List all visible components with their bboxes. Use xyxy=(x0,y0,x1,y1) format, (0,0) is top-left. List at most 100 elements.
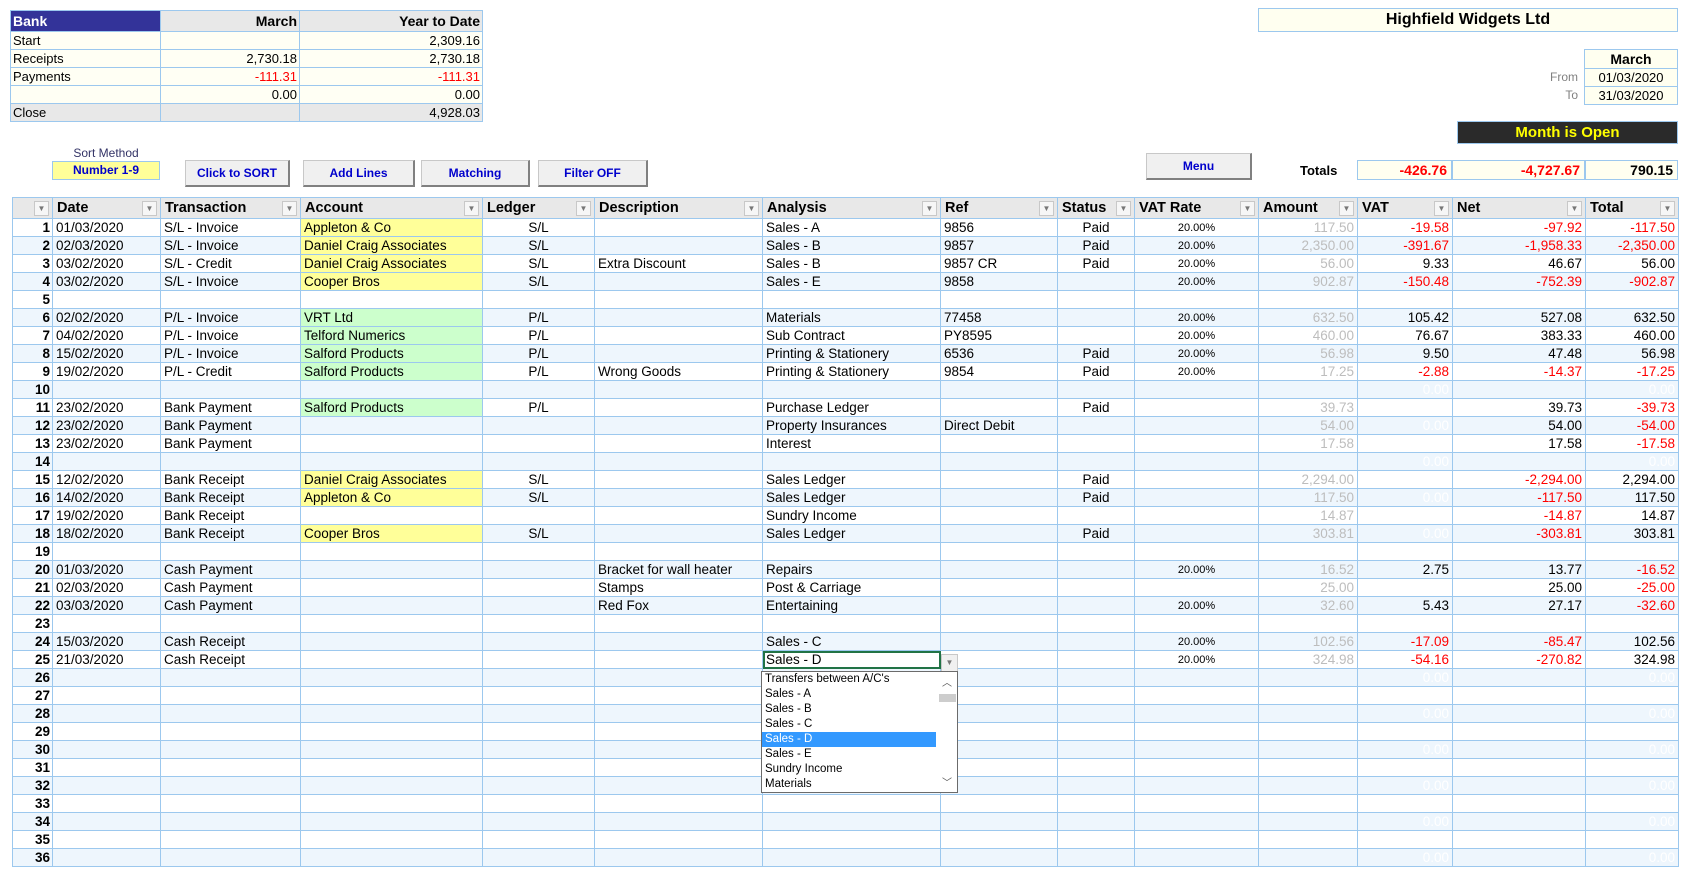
cell-transaction[interactable]: P/L - Invoice xyxy=(160,344,301,363)
cell-net[interactable] xyxy=(1452,542,1586,561)
cell-vat-rate[interactable] xyxy=(1134,704,1259,723)
cell-net[interactable] xyxy=(1452,668,1586,687)
cell-transaction[interactable]: P/L - Credit xyxy=(160,362,301,381)
bank-row-ytd[interactable]: 2,309.16 xyxy=(299,31,483,50)
cell-description[interactable] xyxy=(594,290,763,309)
cell-analysis[interactable]: Sales - D xyxy=(762,650,941,669)
cell-analysis[interactable]: Post & Carriage xyxy=(762,578,941,597)
cell-status[interactable] xyxy=(1057,596,1135,615)
filter-dropdown-icon[interactable]: ▼ xyxy=(34,201,49,216)
cell-date[interactable]: 02/03/2020 xyxy=(52,236,161,255)
cell-analysis[interactable]: Sub Contract xyxy=(762,326,941,345)
cell-description[interactable] xyxy=(594,524,763,543)
cell-status[interactable] xyxy=(1057,452,1135,471)
cell-vat[interactable]: 0.00 xyxy=(1357,812,1453,831)
cell-amount[interactable]: 117.50 xyxy=(1258,488,1358,507)
cell-transaction[interactable] xyxy=(160,614,301,633)
cell-ref[interactable] xyxy=(940,650,1058,669)
cell-description[interactable] xyxy=(594,308,763,327)
cell-date[interactable]: 04/02/2020 xyxy=(52,326,161,345)
cell-account[interactable]: Cooper Bros xyxy=(300,524,483,543)
cell-status[interactable]: Paid xyxy=(1057,470,1135,489)
cell-analysis[interactable] xyxy=(762,848,941,867)
cell-amount[interactable] xyxy=(1258,380,1358,399)
cell-ref[interactable] xyxy=(940,488,1058,507)
cell-ref[interactable] xyxy=(940,506,1058,525)
cell-description[interactable]: Bracket for wall heater xyxy=(594,560,763,579)
cell-ledger[interactable]: P/L xyxy=(482,398,595,417)
cell-ledger[interactable]: S/L xyxy=(482,272,595,291)
cell-account[interactable] xyxy=(300,650,483,669)
cell-vat[interactable]: 0.00 xyxy=(1357,488,1453,507)
cell-description[interactable] xyxy=(594,344,763,363)
cell-amount[interactable] xyxy=(1258,614,1358,633)
cell-date[interactable]: 19/02/2020 xyxy=(52,506,161,525)
cell-ledger[interactable] xyxy=(482,704,595,723)
cell-total[interactable]: -17.58 xyxy=(1585,434,1679,453)
cell-total[interactable] xyxy=(1585,758,1679,777)
cell-date[interactable]: 01/03/2020 xyxy=(52,560,161,579)
cell-description[interactable] xyxy=(594,668,763,687)
cell-status[interactable] xyxy=(1057,722,1135,741)
cell-account[interactable] xyxy=(300,686,483,705)
cell-total[interactable]: 56.00 xyxy=(1585,254,1679,273)
cell-ledger[interactable]: S/L xyxy=(482,218,595,237)
cell-amount[interactable]: 632.50 xyxy=(1258,308,1358,327)
cell-description[interactable]: Stamps xyxy=(594,578,763,597)
cell-status[interactable]: Paid xyxy=(1057,236,1135,255)
column-header-ledger[interactable]: Ledger ▼ xyxy=(482,197,595,219)
cell-date[interactable] xyxy=(52,452,161,471)
cell-analysis[interactable]: Repairs xyxy=(762,560,941,579)
dropdown-option[interactable]: Sales - C xyxy=(762,717,936,732)
cell-analysis[interactable]: Materials xyxy=(762,308,941,327)
cell-vat-rate[interactable] xyxy=(1134,452,1259,471)
cell-transaction[interactable] xyxy=(160,812,301,831)
cell-total[interactable]: -54.00 xyxy=(1585,416,1679,435)
cell-ref[interactable] xyxy=(940,596,1058,615)
cell-status[interactable] xyxy=(1057,830,1135,849)
cell-amount[interactable] xyxy=(1258,452,1358,471)
cell-vat[interactable]: -54.16 xyxy=(1357,650,1453,669)
cell-total[interactable] xyxy=(1585,722,1679,741)
cell-ref[interactable] xyxy=(940,542,1058,561)
cell-account[interactable]: Salford Products xyxy=(300,398,483,417)
cell-ref[interactable] xyxy=(940,452,1058,471)
cell-amount[interactable]: 56.00 xyxy=(1258,254,1358,273)
cell-amount[interactable] xyxy=(1258,290,1358,309)
cell-transaction[interactable]: Cash Receipt xyxy=(160,650,301,669)
cell-amount[interactable] xyxy=(1258,722,1358,741)
cell-net[interactable]: 46.67 xyxy=(1452,254,1586,273)
cell-vat[interactable]: 0.00 xyxy=(1357,776,1453,795)
cell-ref[interactable] xyxy=(940,848,1058,867)
cell-net[interactable] xyxy=(1452,848,1586,867)
cell-ledger[interactable]: S/L xyxy=(482,236,595,255)
cell-date[interactable]: 03/03/2020 xyxy=(52,596,161,615)
cell-vat-rate[interactable] xyxy=(1134,290,1259,309)
cell-status[interactable] xyxy=(1057,812,1135,831)
cell-ledger[interactable] xyxy=(482,758,595,777)
cell-total[interactable]: -902.87 xyxy=(1585,272,1679,291)
cell-total[interactable]: 56.98 xyxy=(1585,344,1679,363)
cell-vat[interactable]: 2.75 xyxy=(1357,560,1453,579)
filter-dropdown-icon[interactable]: ▼ xyxy=(576,201,591,216)
cell-net[interactable]: -752.39 xyxy=(1452,272,1586,291)
cell-analysis[interactable]: Sales - A xyxy=(762,218,941,237)
cell-ledger[interactable] xyxy=(482,650,595,669)
cell-vat-rate[interactable] xyxy=(1134,416,1259,435)
cell-date[interactable]: 02/02/2020 xyxy=(52,308,161,327)
cell-vat[interactable] xyxy=(1357,794,1453,813)
cell-status[interactable] xyxy=(1057,308,1135,327)
cell-date[interactable]: 02/03/2020 xyxy=(52,578,161,597)
cell-description[interactable]: Red Fox xyxy=(594,596,763,615)
cell-ledger[interactable] xyxy=(482,830,595,849)
cell-date[interactable] xyxy=(52,794,161,813)
column-header-status[interactable]: Status ▼ xyxy=(1057,197,1135,219)
cell-account[interactable] xyxy=(300,452,483,471)
filter-dropdown-icon[interactable]: ▼ xyxy=(1434,201,1449,216)
cell-vat[interactable] xyxy=(1357,578,1453,597)
cell-analysis[interactable]: Property Insurances xyxy=(762,416,941,435)
dropdown-option[interactable]: Transfers between A/C's xyxy=(762,672,936,687)
cell-vat-rate[interactable] xyxy=(1134,614,1259,633)
cell-total[interactable]: -2,350.00 xyxy=(1585,236,1679,255)
cell-account[interactable] xyxy=(300,506,483,525)
